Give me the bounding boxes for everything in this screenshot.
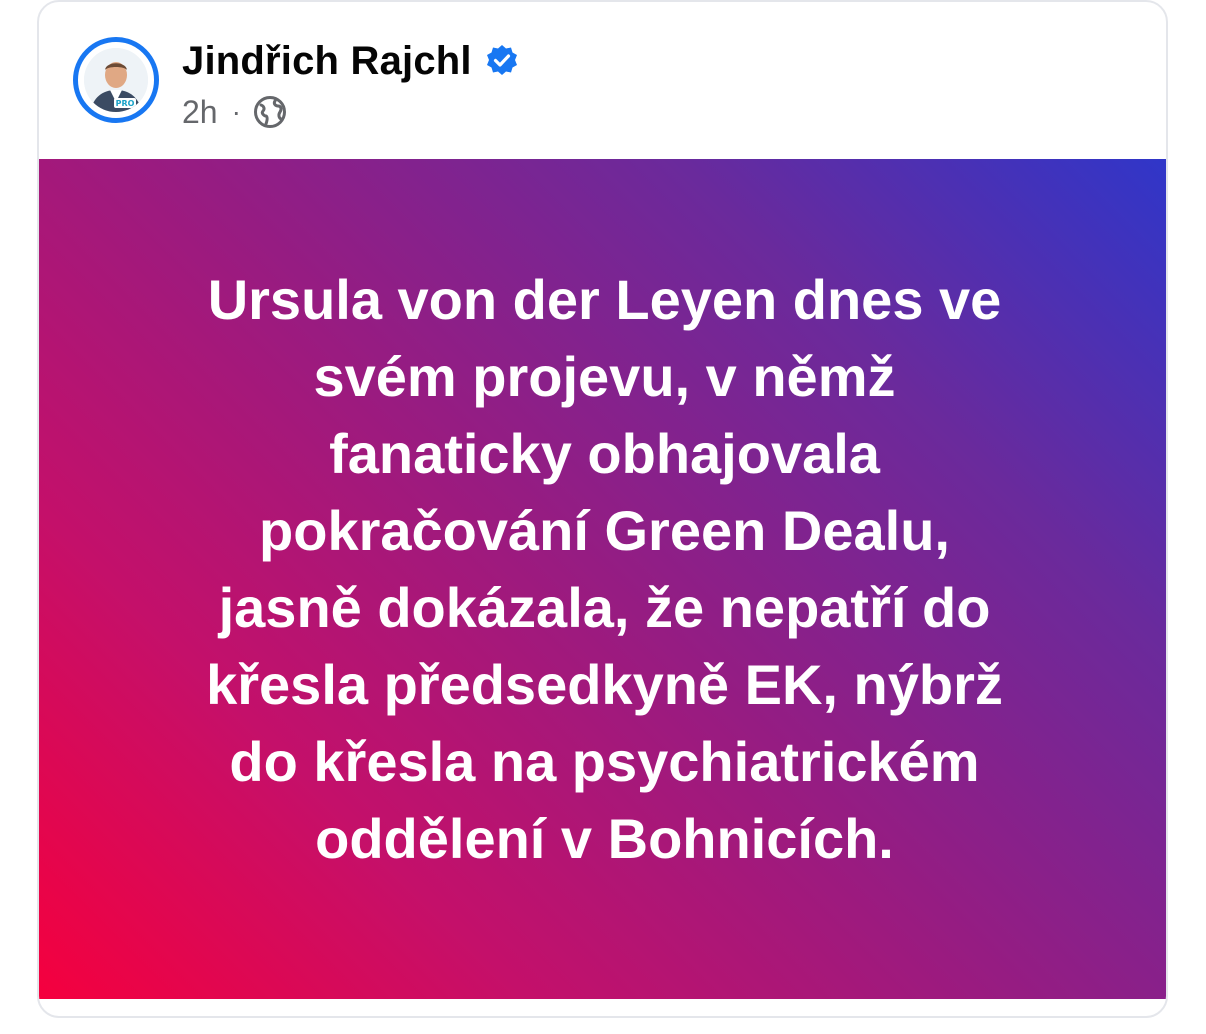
- post-body-text: Ursula von der Leyen dnes ve svém projev…: [206, 268, 1003, 870]
- author-row: Jindřich Rajchl: [182, 36, 520, 86]
- avatar-badge-text: PRO: [116, 99, 135, 108]
- author-name[interactable]: Jindřich Rajchl: [182, 39, 472, 84]
- post-header: PRO Jindřich Rajchl 2h ·: [39, 2, 1166, 159]
- post-background[interactable]: Ursula von der Leyen dnes ve svém projev…: [39, 159, 1166, 999]
- post-timestamp[interactable]: 2h: [182, 94, 218, 131]
- post-meta: 2h ·: [182, 92, 287, 132]
- avatar[interactable]: PRO: [73, 37, 159, 123]
- globe-icon[interactable]: [253, 95, 287, 129]
- avatar-image: PRO: [84, 48, 148, 112]
- meta-separator: ·: [231, 96, 241, 127]
- verified-badge-icon: [484, 43, 520, 79]
- post-card: PRO Jindřich Rajchl 2h · Ursula von der …: [37, 0, 1168, 1018]
